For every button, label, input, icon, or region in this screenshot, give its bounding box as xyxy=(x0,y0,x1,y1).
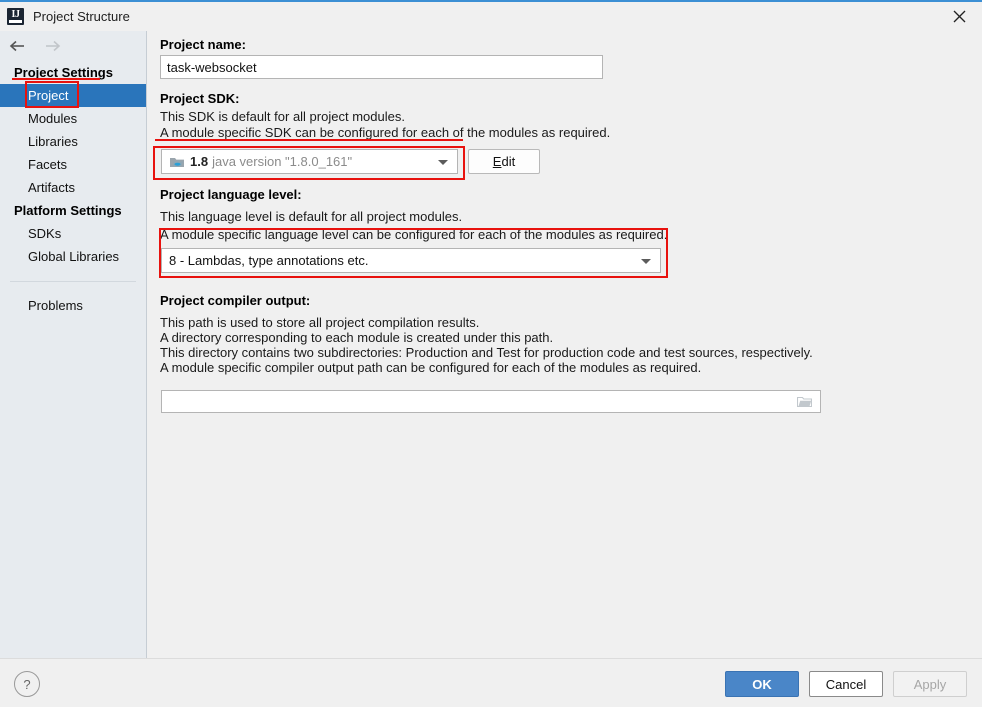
edit-sdk-button[interactable]: Edit xyxy=(468,149,540,174)
compiler-output-label: Project compiler output: xyxy=(160,293,311,308)
sidebar-item-modules[interactable]: Modules xyxy=(0,107,146,130)
sidebar-group-header-project-settings: Project Settings xyxy=(14,65,113,80)
project-sdk-label: Project SDK: xyxy=(160,91,240,106)
project-sdk-version: 1.8 xyxy=(190,154,209,169)
sidebar-item-artifacts[interactable]: Artifacts xyxy=(0,176,146,199)
language-level-description-1: This language level is default for all p… xyxy=(160,209,463,224)
sidebar-divider xyxy=(10,281,136,282)
sidebar-item-label: Project xyxy=(28,88,69,103)
project-structure-dialog: IJ Project Structure Project Settings Pr… xyxy=(0,0,982,707)
sidebar-item-label: Libraries xyxy=(28,134,78,149)
sidebar-item-label: Global Libraries xyxy=(28,249,120,264)
language-level-label: Project language level: xyxy=(160,187,302,202)
language-level-description-2: A module specific language level can be … xyxy=(160,227,668,242)
edit-button-label: Edit xyxy=(493,154,515,169)
compiler-output-description-4: A module specific compiler output path c… xyxy=(160,360,702,375)
close-icon[interactable] xyxy=(936,2,982,31)
sidebar-group-header-platform-settings: Platform Settings xyxy=(14,203,122,218)
sidebar-item-label: Artifacts xyxy=(28,180,75,195)
sidebar-item-label: Facets xyxy=(28,157,68,172)
compiler-output-path-field[interactable] xyxy=(161,390,821,413)
sidebar-item-sdks[interactable]: SDKs xyxy=(0,222,146,245)
project-sdk-combobox[interactable]: 1.8 java version "1.8.0_161" xyxy=(161,149,458,174)
project-name-input[interactable] xyxy=(160,55,603,79)
folder-icon[interactable] xyxy=(796,396,813,408)
language-level-value: 8 - Lambdas, type annotations etc. xyxy=(169,253,369,268)
sidebar-item-label: SDKs xyxy=(28,226,62,241)
sidebar-item-facets[interactable]: Facets xyxy=(0,153,146,176)
project-sdk-detail: java version "1.8.0_161" xyxy=(212,154,353,169)
edit-button-rest: dit xyxy=(501,154,516,169)
chevron-down-icon xyxy=(641,258,651,264)
compiler-output-description-3: This directory contains two subdirectori… xyxy=(160,345,813,360)
compiler-output-description-2: A directory corresponding to each module… xyxy=(160,330,554,345)
arrow-right-icon xyxy=(43,39,61,53)
sidebar-item-label: Modules xyxy=(28,111,78,126)
ok-button[interactable]: OK xyxy=(725,671,799,697)
chevron-down-icon xyxy=(438,159,448,165)
sidebar-item-problems[interactable]: Problems xyxy=(0,294,146,317)
arrow-left-icon[interactable] xyxy=(9,39,27,53)
apply-button[interactable]: Apply xyxy=(893,671,967,697)
project-settings-panel: Project name: Project SDK: This SDK is d… xyxy=(148,31,982,658)
title-bar: IJ Project Structure xyxy=(0,2,982,31)
sidebar-item-libraries[interactable]: Libraries xyxy=(0,130,146,153)
sidebar-item-label: Problems xyxy=(28,298,83,313)
navigation-arrows xyxy=(0,31,146,61)
cancel-button[interactable]: Cancel xyxy=(809,671,883,697)
intellij-idea-icon: IJ xyxy=(7,8,24,25)
project-sdk-description-2: A module specific SDK can be configured … xyxy=(160,125,611,140)
compiler-output-description-1: This path is used to store all project c… xyxy=(160,315,480,330)
help-button[interactable]: ? xyxy=(14,671,40,697)
language-level-combobox[interactable]: 8 - Lambdas, type annotations etc. xyxy=(161,248,661,273)
project-sdk-description-1: This SDK is default for all project modu… xyxy=(160,109,405,124)
project-name-label: Project name: xyxy=(160,37,246,52)
sidebar-item-project[interactable]: Project xyxy=(0,84,146,107)
window-title: Project Structure xyxy=(33,9,130,24)
sidebar-item-global-libraries[interactable]: Global Libraries xyxy=(0,245,146,268)
java-sdk-icon xyxy=(169,155,185,169)
settings-sidebar: Project Settings Project Modules Librari… xyxy=(0,31,147,658)
